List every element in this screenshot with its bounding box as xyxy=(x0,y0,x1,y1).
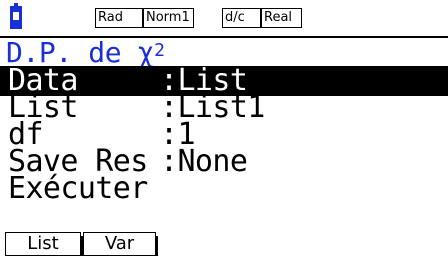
setting-row-list[interactable]: List :List1 xyxy=(0,93,448,123)
execute-row[interactable]: Exécuter xyxy=(0,174,448,204)
display-mode-badge: Norm1 xyxy=(143,8,194,28)
f2-var-key[interactable]: Var xyxy=(83,232,158,256)
f1-list-key[interactable]: List xyxy=(5,232,83,256)
calculator-screen: Rad Norm1 d/c Real D.P. de χ2 Data :List… xyxy=(0,0,448,262)
status-bar: Rad Norm1 d/c Real xyxy=(0,0,448,36)
fraction-mode-badge: d/c xyxy=(222,8,261,28)
complex-mode-badge: Real xyxy=(261,8,302,28)
execute-label: Exécuter xyxy=(8,171,148,206)
setting-value: :None xyxy=(160,144,248,179)
title-superscript: 2 xyxy=(154,40,165,61)
battery-icon xyxy=(10,3,22,29)
angle-mode-badge: Rad xyxy=(95,8,143,28)
